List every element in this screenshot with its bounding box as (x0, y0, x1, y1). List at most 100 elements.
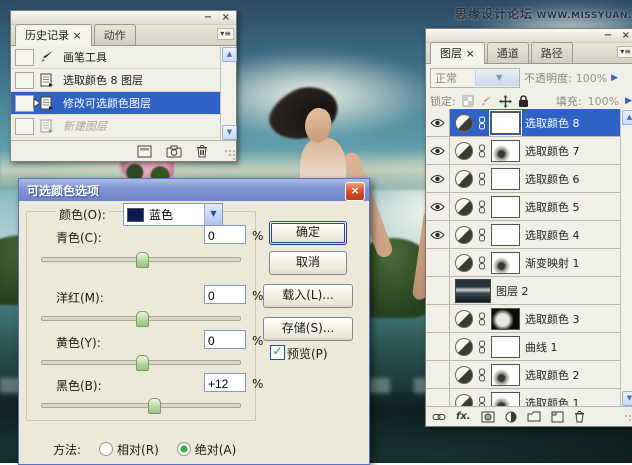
method-absolute-radio[interactable]: 绝对(A) (176, 441, 236, 458)
history-panel-titlebar[interactable]: − × (11, 11, 236, 25)
history-brush-source-well[interactable] (15, 117, 34, 135)
scroll-up-icon[interactable]: ▲ (222, 47, 237, 62)
layer-row[interactable]: 选取颜色 1 (426, 389, 620, 407)
history-item-label[interactable]: 选取颜色 8 图层 (57, 72, 143, 88)
tab-paths[interactable]: 路径 (530, 42, 573, 63)
visibility-eye-toggle-empty[interactable] (426, 277, 450, 304)
new-layer-icon[interactable] (551, 411, 564, 423)
visibility-eye-icon[interactable] (426, 221, 450, 248)
scroll-down-icon[interactable]: ▼ (222, 125, 237, 140)
lock-all-icon[interactable] (518, 94, 529, 108)
cancel-button[interactable]: 取消 (269, 251, 347, 275)
layer-name[interactable]: 图层 2 (496, 283, 529, 299)
layers-scrollbar[interactable]: ▲ ▼ (620, 109, 632, 407)
history-brush-source-well[interactable] (15, 94, 34, 112)
color-dropdown[interactable]: 蓝色 ▼ (123, 203, 223, 226)
history-item[interactable]: 画笔工具 (11, 46, 221, 69)
dialog-titlebar[interactable]: 可选颜色选项 (19, 179, 369, 201)
tab-history[interactable]: 历史记录 × (15, 24, 92, 46)
lock-position-move-icon[interactable] (498, 94, 512, 108)
tab-layers[interactable]: 图层 × (430, 42, 485, 64)
history-item-selected[interactable]: 修改可选颜色图层 (11, 92, 221, 115)
load-button[interactable]: 载入(L)... (263, 284, 353, 308)
history-brush-source-well[interactable] (15, 48, 34, 66)
chevron-down-icon[interactable]: ▼ (474, 70, 519, 86)
layer-row[interactable]: 选取颜色 7 (426, 137, 620, 165)
yellow-slider[interactable] (41, 355, 241, 371)
layer-row[interactable]: 选取颜色 5 (426, 193, 620, 221)
method-relative-radio[interactable]: 相对(R) (99, 441, 159, 458)
layer-name[interactable]: 选取颜色 6 (525, 171, 580, 187)
layer-mask-thumbnail[interactable] (489, 109, 522, 136)
black-value-field[interactable] (204, 373, 246, 392)
layer-mask-thumbnail[interactable] (491, 335, 520, 358)
layer-row[interactable]: 选取颜色 2 (426, 361, 620, 389)
scroll-down-icon[interactable]: ▼ (622, 391, 632, 406)
yellow-value-field[interactable] (204, 330, 246, 349)
new-adjustment-layer-icon[interactable] (505, 411, 517, 423)
layer-mask-thumbnail[interactable] (491, 251, 520, 274)
visibility-eye-icon[interactable] (426, 165, 450, 192)
delete-trash-icon[interactable] (196, 144, 208, 158)
preview-checkbox[interactable]: ✓ (270, 345, 285, 360)
visibility-eye-toggle-empty[interactable] (426, 249, 450, 276)
layer-name[interactable]: 选取颜色 3 (525, 311, 580, 327)
visibility-eye-icon[interactable] (426, 109, 450, 136)
visibility-eye-toggle-empty[interactable] (426, 361, 450, 388)
add-layer-mask-icon[interactable] (481, 411, 495, 423)
lock-transparency-icon[interactable] (462, 95, 474, 107)
layer-row[interactable]: 选取颜色 3 (426, 305, 620, 333)
dialog-close-button[interactable]: × (345, 182, 365, 201)
layer-name[interactable]: 选取颜色 5 (525, 199, 580, 215)
cyan-slider[interactable] (41, 252, 241, 268)
blend-mode-dropdown[interactable]: 正常 ▼ (430, 68, 520, 88)
window-minimize-close-icons[interactable]: − × (204, 12, 233, 23)
panel-menu-icon[interactable]: ▾≡ (217, 28, 234, 40)
slider-thumb[interactable] (136, 252, 149, 268)
history-item-label[interactable]: 修改可选颜色图层 (57, 95, 151, 111)
layer-name[interactable]: 曲线 1 (525, 339, 558, 355)
ok-button[interactable]: 确定 (269, 221, 347, 245)
cyan-value-field[interactable] (204, 225, 246, 244)
layer-name[interactable]: 选取颜色 4 (525, 227, 580, 243)
visibility-eye-toggle-empty[interactable] (426, 389, 450, 407)
layer-thumbnail[interactable] (455, 278, 491, 303)
window-minimize-close-icons[interactable]: − × (604, 30, 632, 41)
layer-mask-thumbnail[interactable] (491, 167, 520, 190)
visibility-eye-toggle-empty[interactable] (426, 333, 450, 360)
new-document-from-state-icon[interactable] (137, 145, 152, 158)
visibility-eye-icon[interactable] (426, 137, 450, 164)
layer-name[interactable]: 渐变映射 1 (525, 255, 580, 271)
layer-name[interactable]: 选取颜色 7 (525, 143, 580, 159)
layer-row[interactable]: 选取颜色 4 (426, 221, 620, 249)
layers-panel-titlebar[interactable]: − × (426, 29, 632, 43)
black-slider[interactable] (41, 398, 241, 414)
layer-mask-thumbnail[interactable] (491, 195, 520, 218)
slider-thumb[interactable] (136, 311, 149, 327)
magenta-value-field[interactable] (204, 285, 246, 304)
slider-thumb[interactable] (136, 355, 149, 371)
history-item-undone[interactable]: 新建图层 (11, 115, 221, 138)
magenta-slider[interactable] (41, 311, 241, 327)
layer-name[interactable]: 选取颜色 8 (525, 115, 580, 131)
layer-mask-thumbnail[interactable] (491, 307, 520, 330)
history-item[interactable]: 选取颜色 8 图层 (11, 69, 221, 92)
history-scrollbar[interactable]: ▲ ▼ (220, 46, 237, 141)
visibility-eye-toggle-empty[interactable] (426, 305, 450, 332)
layer-row[interactable]: 曲线 1 (426, 333, 620, 361)
layer-mask-thumbnail[interactable] (491, 139, 520, 162)
layer-mask-thumbnail[interactable] (491, 391, 520, 407)
tab-actions[interactable]: 动作 (93, 24, 136, 45)
layer-row[interactable]: 选取颜色 8 (426, 109, 620, 137)
fill-spinner-icon[interactable]: ▶ (625, 96, 632, 106)
layer-row[interactable]: 图层 2 (426, 277, 620, 305)
slider-thumb[interactable] (148, 398, 161, 414)
layer-mask-thumbnail[interactable] (491, 363, 520, 386)
resize-grip[interactable] (624, 414, 632, 425)
scroll-up-icon[interactable]: ▲ (622, 110, 632, 125)
layer-name[interactable]: 选取颜色 2 (525, 367, 580, 383)
new-snapshot-camera-icon[interactable] (166, 145, 182, 158)
delete-trash-icon[interactable] (574, 410, 585, 423)
radio-icon[interactable] (99, 442, 114, 456)
layer-row[interactable]: 渐变映射 1 (426, 249, 620, 277)
